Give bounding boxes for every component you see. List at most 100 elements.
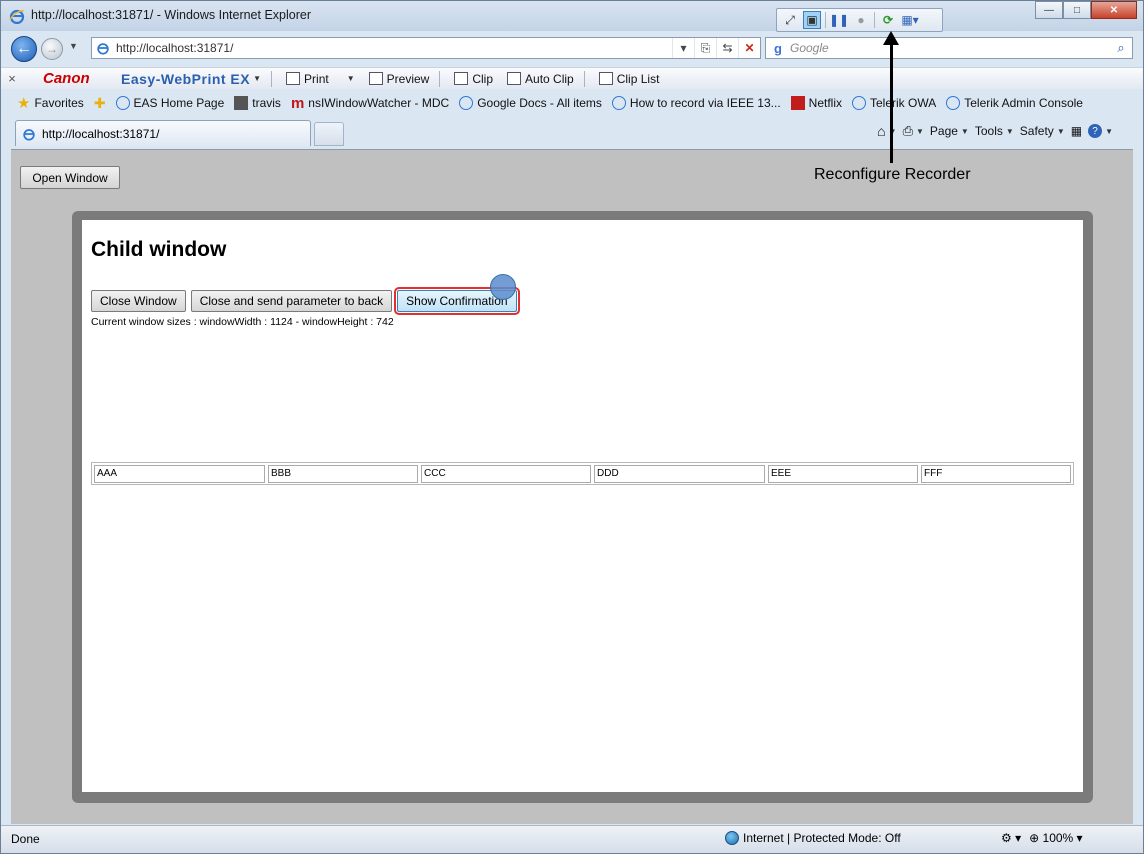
compatibility-icon[interactable]: ⎘ — [694, 38, 716, 58]
favorite-label: EAS Home Page — [133, 96, 225, 110]
home-button[interactable]: ⌂▼ — [877, 123, 896, 139]
help-button[interactable]: ? ▼ — [1088, 124, 1113, 138]
recorder-window-icon[interactable]: ▣ — [803, 11, 821, 29]
divider — [825, 12, 826, 28]
tab-row: http://localhost:31871/ ⌂▼ ⎙▼ Page▼ Tool… — [1, 117, 1143, 149]
window-sizes-text: Current window sizes : windowWidth : 112… — [91, 316, 394, 328]
chevron-down-icon[interactable]: ▼ — [253, 74, 261, 83]
stop-icon[interactable]: ✕ — [738, 38, 760, 58]
tools-menu[interactable]: Tools ▼ — [975, 124, 1014, 138]
print-button[interactable]: Print ▼ — [286, 72, 355, 86]
preview-icon — [368, 72, 383, 85]
reconfigure-recorder-icon[interactable]: ⟳ — [879, 11, 897, 29]
zoom-level: 100% — [1042, 831, 1074, 845]
favorite-link[interactable]: How to record via IEEE 13... — [611, 96, 781, 110]
child-window: Child window Close Window Close and send… — [82, 220, 1083, 792]
favorite-link[interactable]: travis — [234, 96, 281, 110]
page-menu[interactable]: Page ▼ — [930, 124, 969, 138]
mdc-icon: m — [290, 94, 305, 112]
minimize-button[interactable]: — — [1035, 1, 1063, 19]
favorite-link[interactable]: Telerik Admin Console — [946, 96, 1083, 110]
search-input[interactable]: Google — [790, 41, 1110, 55]
favorite-link[interactable]: EAS Home Page — [115, 96, 225, 110]
favorite-link[interactable]: Telerik OWA — [852, 96, 936, 110]
chevron-down-icon[interactable]: ▼ — [916, 127, 924, 136]
forward-button[interactable]: → — [41, 38, 63, 60]
auto-clip-icon — [507, 72, 522, 85]
ie-page-icon — [852, 96, 866, 110]
address-bar[interactable]: http://localhost:31871/ ▾ ⎘ ⇆ ✕ — [91, 37, 761, 59]
clip-button[interactable]: Clip — [454, 72, 493, 86]
home-icon: ⌂ — [877, 123, 886, 139]
favorite-label: travis — [252, 96, 281, 110]
chevron-down-icon: ▼ — [960, 126, 969, 136]
print-command-button[interactable]: ⎙ ▼ — [903, 123, 924, 139]
clip-label: Clip — [472, 71, 494, 86]
pin-icon[interactable]: ⤢ — [781, 11, 799, 29]
printer-icon — [286, 72, 301, 85]
ie-page-icon — [946, 96, 961, 110]
divider — [439, 70, 441, 87]
auto-clip-button[interactable]: Auto Clip — [507, 72, 574, 86]
maximize-button[interactable]: □ — [1063, 1, 1091, 19]
recorder-toolbar: ⤢ ▣ ❚❚ ● ⟳ ▦▾ — [776, 8, 943, 32]
favorite-label: How to record via IEEE 13... — [629, 96, 781, 110]
child-button-row: Close Window Close and send parameter to… — [91, 287, 520, 315]
title-bar: http://localhost:31871/ - Windows Intern… — [1, 1, 1143, 32]
clip-list-button[interactable]: Clip List — [598, 72, 659, 86]
address-dropdown-icon[interactable]: ▾ — [672, 38, 694, 58]
new-tab-button[interactable] — [314, 122, 344, 146]
status-bar: Done Internet | Protected Mode: Off ⚙ ▾ … — [1, 825, 1143, 853]
history-dropdown-icon[interactable]: ▼ — [69, 41, 78, 51]
protected-mode-icon[interactable]: ⚙ ▾ — [1001, 831, 1021, 845]
close-window-button[interactable]: Close Window — [91, 290, 186, 312]
easy-webprint-menu[interactable]: Easy-WebPrint EX — [121, 71, 250, 87]
record-icon[interactable]: ● — [852, 11, 870, 29]
table-cell: DDD — [594, 464, 765, 483]
page-viewport: Open Window Child window Close Window Cl… — [11, 149, 1133, 824]
table-cell: AAA — [94, 464, 265, 483]
navigation-bar: ← → ▼ http://localhost:31871/ ▾ ⎘ ⇆ ✕ g … — [1, 33, 1143, 63]
refresh-icon[interactable]: ⇆ — [716, 38, 738, 58]
window-title: http://localhost:31871/ - Windows Intern… — [31, 8, 312, 22]
pause-icon[interactable]: ❚❚ — [829, 11, 849, 29]
canon-logo: Canon — [43, 70, 90, 87]
search-box[interactable]: g Google ⌕ — [765, 37, 1133, 59]
security-zone[interactable]: Internet | Protected Mode: Off — [725, 831, 901, 845]
favorite-label: Telerik Admin Console — [964, 96, 1083, 110]
close-send-parameter-button[interactable]: Close and send parameter to back — [190, 290, 393, 312]
zoom-control[interactable]: ⊕ 100% ▾ — [1029, 831, 1082, 845]
search-icon[interactable]: ⌕ — [1110, 40, 1132, 56]
ie-page-icon — [23, 128, 35, 141]
favorite-link[interactable]: m nsIWindowWatcher - MDC — [291, 95, 449, 112]
favorite-link[interactable]: Netflix — [790, 96, 842, 110]
favorite-link[interactable]: Google Docs - All items — [459, 96, 602, 110]
elements-menu-icon[interactable]: ▦▾ — [901, 11, 919, 29]
close-button[interactable]: ✕ — [1091, 1, 1137, 19]
add-favorite-icon[interactable]: ✚ — [94, 95, 106, 112]
chevron-down-icon: ▼ — [1005, 126, 1014, 136]
preview-button[interactable]: Preview — [368, 71, 430, 86]
open-window-button[interactable]: Open Window — [20, 166, 120, 189]
favorites-button[interactable]: Favorites — [34, 96, 83, 110]
chevron-down-icon[interactable]: ▼ — [347, 74, 355, 83]
zone-text: Internet | Protected Mode: Off — [743, 831, 901, 845]
child-window-title: Child window — [91, 238, 227, 261]
google-icon: g — [774, 40, 782, 56]
page-menu-label: Page — [929, 124, 958, 138]
favorite-label: Telerik OWA — [870, 96, 937, 110]
preview-label: Preview — [386, 71, 430, 86]
table-cell: EEE — [768, 464, 918, 483]
back-button[interactable]: ← — [11, 36, 37, 62]
tab-localhost[interactable]: http://localhost:31871/ — [15, 120, 311, 146]
research-button[interactable]: ▦ — [1071, 124, 1082, 138]
ie-page-icon — [115, 96, 130, 110]
close-toolbar-icon[interactable]: × — [1, 71, 23, 86]
safety-menu[interactable]: Safety ▼ — [1020, 124, 1065, 138]
table-cell: FFF — [921, 464, 1071, 483]
address-input[interactable]: http://localhost:31871/ — [116, 41, 672, 55]
ie-page-icon — [459, 96, 474, 110]
table-cell: CCC — [421, 464, 591, 483]
click-indicator — [490, 274, 516, 300]
clip-icon — [454, 72, 469, 85]
